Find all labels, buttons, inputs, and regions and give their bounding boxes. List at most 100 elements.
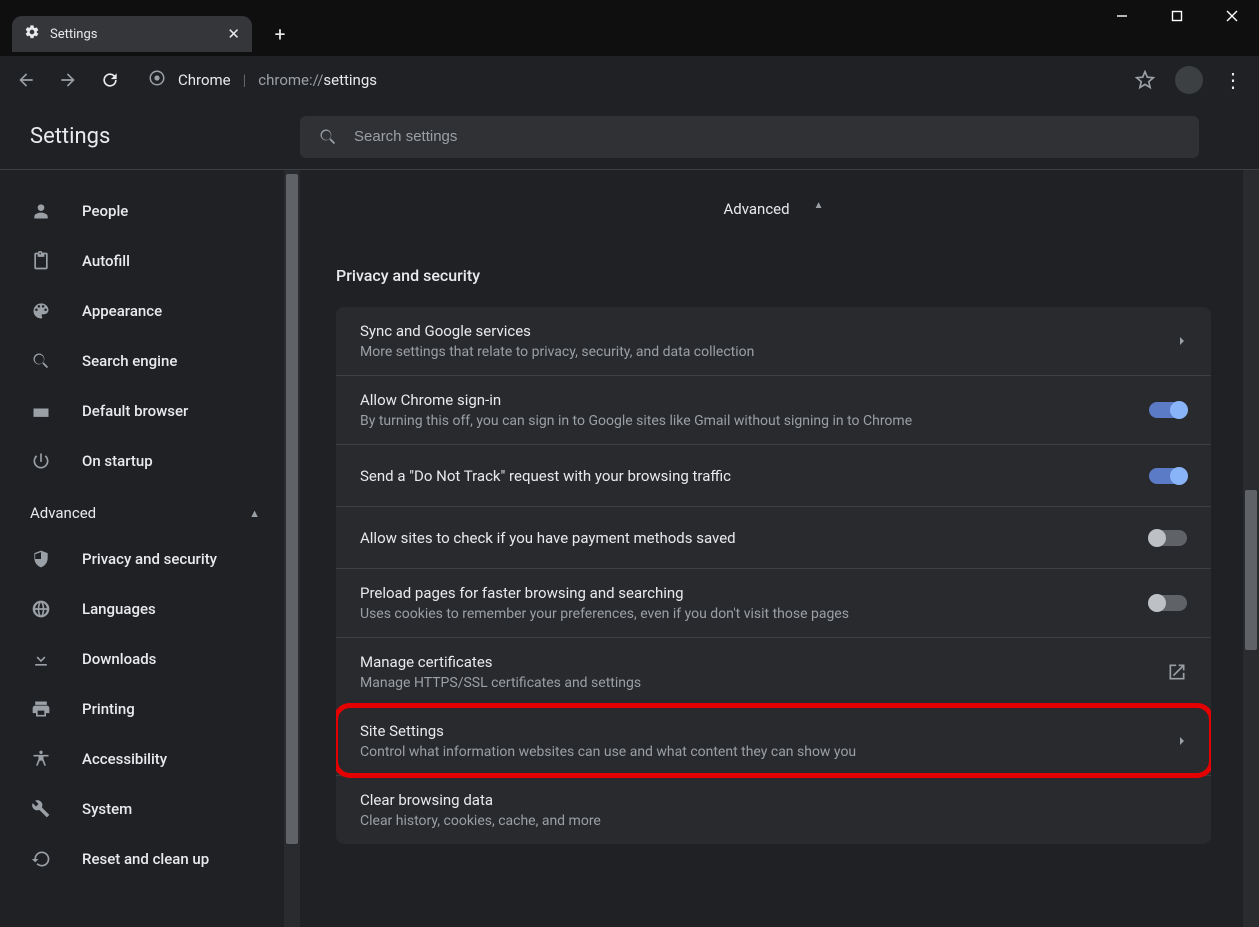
sidebar: People Autofill Appearance Search engine… xyxy=(0,170,300,927)
row-preload-pages: Preload pages for faster browsing and se… xyxy=(336,568,1211,637)
row-subtitle: Clear history, cookies, cache, and more xyxy=(360,813,1187,829)
sidebar-advanced-toggle[interactable]: Advanced ▲ xyxy=(0,486,300,534)
sidebar-item-downloads[interactable]: Downloads xyxy=(0,634,300,684)
power-icon xyxy=(30,451,52,471)
row-title: Sync and Google services xyxy=(360,322,1161,340)
browser-menu-icon[interactable]: ⋮ xyxy=(1215,68,1251,92)
settings-content: Advanced ▲ Privacy and security Sync and… xyxy=(300,170,1259,927)
row-subtitle: Manage HTTPS/SSL certificates and settin… xyxy=(360,675,1151,691)
wrench-icon xyxy=(30,799,52,819)
new-tab-button[interactable]: + xyxy=(266,20,294,48)
download-icon xyxy=(30,649,52,669)
tab-title: Settings xyxy=(50,27,217,42)
row-title: Allow Chrome sign-in xyxy=(360,391,1133,409)
open-external-icon xyxy=(1167,662,1187,682)
section-title-privacy: Privacy and security xyxy=(336,266,1211,285)
content-advanced-label: Advanced xyxy=(723,200,789,218)
sidebar-item-label: Languages xyxy=(82,600,156,618)
shield-icon xyxy=(30,549,52,569)
sidebar-item-default-browser[interactable]: Default browser xyxy=(0,386,300,436)
forward-button[interactable] xyxy=(50,62,86,98)
reload-button[interactable] xyxy=(92,62,128,98)
sidebar-item-languages[interactable]: Languages xyxy=(0,584,300,634)
print-icon xyxy=(30,699,52,719)
sidebar-item-label: Search engine xyxy=(82,352,177,370)
bookmark-star-icon[interactable] xyxy=(1127,70,1163,90)
minimize-button[interactable] xyxy=(1094,0,1149,32)
row-site-settings[interactable]: Site Settings Control what information w… xyxy=(336,706,1211,775)
row-title: Site Settings xyxy=(360,722,1161,740)
close-tab-icon[interactable]: ✕ xyxy=(227,25,240,43)
back-button[interactable] xyxy=(8,62,44,98)
omnibox-app-label: Chrome xyxy=(178,71,231,89)
tab-strip: Settings ✕ + xyxy=(0,12,294,56)
sidebar-item-label: People xyxy=(82,202,128,220)
address-bar: Chrome | chrome://settings ⋮ xyxy=(0,56,1259,104)
browser-icon xyxy=(30,401,52,421)
accessibility-icon xyxy=(30,749,52,769)
sidebar-item-label: Downloads xyxy=(82,650,156,668)
sidebar-item-privacy[interactable]: Privacy and security xyxy=(0,534,300,584)
page-title: Settings xyxy=(0,124,300,149)
omnibox-url: chrome://settings xyxy=(258,71,377,89)
settings-body: People Autofill Appearance Search engine… xyxy=(0,170,1259,927)
sidebar-item-accessibility[interactable]: Accessibility xyxy=(0,734,300,784)
maximize-button[interactable] xyxy=(1149,0,1204,32)
row-do-not-track: Send a "Do Not Track" request with your … xyxy=(336,444,1211,506)
chrome-icon xyxy=(148,69,166,91)
row-title: Clear browsing data xyxy=(360,791,1187,809)
search-input[interactable] xyxy=(354,128,1181,145)
search-icon xyxy=(30,351,52,371)
settings-search-box[interactable] xyxy=(300,116,1199,158)
sidebar-item-label: On startup xyxy=(82,452,153,470)
person-icon xyxy=(30,201,52,221)
sidebar-item-autofill[interactable]: Autofill xyxy=(0,236,300,286)
search-icon xyxy=(318,127,338,147)
toggle-preload[interactable] xyxy=(1149,595,1187,611)
profile-avatar[interactable] xyxy=(1175,66,1203,94)
chevron-right-icon xyxy=(1177,336,1187,346)
sidebar-item-label: Default browser xyxy=(82,402,188,420)
sidebar-item-system[interactable]: System xyxy=(0,784,300,834)
sidebar-scrollbar-thumb[interactable] xyxy=(286,174,298,844)
sidebar-scrollbar[interactable] xyxy=(284,170,300,927)
window-titlebar: Settings ✕ + xyxy=(0,0,1259,56)
clipboard-icon xyxy=(30,251,52,271)
sidebar-item-appearance[interactable]: Appearance xyxy=(0,286,300,336)
row-payment-check: Allow sites to check if you have payment… xyxy=(336,506,1211,568)
sidebar-item-label: Accessibility xyxy=(82,750,167,768)
sidebar-item-people[interactable]: People xyxy=(0,186,300,236)
settings-header: Settings xyxy=(0,104,1259,170)
row-clear-browsing-data[interactable]: Clear browsing data Clear history, cooki… xyxy=(336,775,1211,844)
sidebar-item-label: Appearance xyxy=(82,302,162,320)
omnibox-divider: | xyxy=(243,71,247,89)
chevron-up-icon: ▲ xyxy=(249,507,260,520)
sidebar-item-reset[interactable]: Reset and clean up xyxy=(0,834,300,884)
restore-icon xyxy=(30,849,52,869)
globe-icon xyxy=(30,599,52,619)
toggle-payment-check[interactable] xyxy=(1149,530,1187,546)
row-manage-certificates[interactable]: Manage certificates Manage HTTPS/SSL cer… xyxy=(336,637,1211,706)
row-title: Preload pages for faster browsing and se… xyxy=(360,584,1133,602)
chevron-up-icon: ▲ xyxy=(814,200,824,218)
window-controls xyxy=(1094,0,1259,32)
palette-icon xyxy=(30,301,52,321)
content-advanced-header[interactable]: Advanced ▲ xyxy=(336,200,1211,218)
toggle-allow-signin[interactable] xyxy=(1149,402,1187,418)
sidebar-item-on-startup[interactable]: On startup xyxy=(0,436,300,486)
sidebar-item-label: Printing xyxy=(82,700,135,718)
row-allow-signin: Allow Chrome sign-in By turning this off… xyxy=(336,375,1211,444)
toggle-do-not-track[interactable] xyxy=(1149,468,1187,484)
sidebar-item-printing[interactable]: Printing xyxy=(0,684,300,734)
row-sync-services[interactable]: Sync and Google services More settings t… xyxy=(336,307,1211,375)
sidebar-item-label: Reset and clean up xyxy=(82,850,209,868)
omnibox[interactable]: Chrome | chrome://settings xyxy=(134,63,1121,97)
content-scrollbar[interactable] xyxy=(1243,170,1259,927)
browser-tab-settings[interactable]: Settings ✕ xyxy=(12,16,252,52)
sidebar-item-label: System xyxy=(82,800,132,818)
content-scrollbar-thumb[interactable] xyxy=(1245,490,1257,650)
row-subtitle: More settings that relate to privacy, se… xyxy=(360,344,1161,360)
row-title: Manage certificates xyxy=(360,653,1151,671)
close-window-button[interactable] xyxy=(1204,0,1259,32)
sidebar-item-search-engine[interactable]: Search engine xyxy=(0,336,300,386)
